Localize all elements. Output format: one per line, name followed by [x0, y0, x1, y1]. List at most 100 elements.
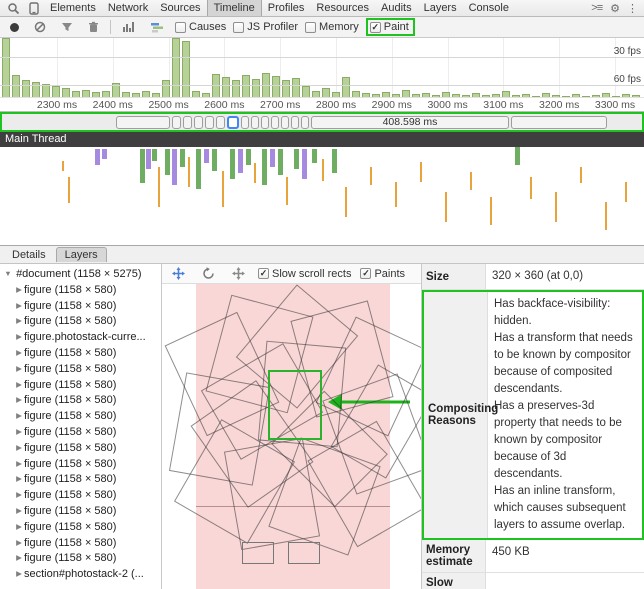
expander-icon[interactable]: ▶	[14, 408, 24, 424]
tree-item[interactable]: ▶figure (1158 × 580)	[0, 392, 161, 408]
frame[interactable]	[511, 116, 607, 129]
tab-layers[interactable]: Layers	[418, 0, 463, 16]
slow-scroll-rects-checkbox[interactable]: ✓ Slow scroll rects	[258, 268, 351, 280]
tree-item[interactable]: ▶figure (1158 × 580)	[0, 282, 161, 298]
frame-selected-duration[interactable]: 408.598 ms	[311, 116, 509, 129]
tab-timeline[interactable]: Timeline	[207, 0, 262, 16]
frame[interactable]	[216, 116, 225, 129]
expander-icon[interactable]: ▶	[14, 566, 24, 582]
chart-bars-icon[interactable]	[118, 21, 139, 33]
frame[interactable]	[281, 116, 289, 129]
expander-icon[interactable]: ▶	[14, 503, 24, 519]
garbage-collect-icon[interactable]	[84, 21, 103, 33]
paints-checkbox[interactable]: ✓ Paints	[360, 268, 405, 280]
expander-icon[interactable]: ▶	[14, 424, 24, 440]
expander-icon[interactable]: ▶	[14, 550, 24, 566]
expander-icon[interactable]: ▶	[14, 377, 24, 393]
tree-item[interactable]: ▶figure (1158 × 580)	[0, 503, 161, 519]
flame-chart-icon[interactable]	[146, 21, 168, 33]
activity-mark	[152, 149, 157, 161]
expander-icon[interactable]: ▶	[14, 535, 24, 551]
frame[interactable]	[291, 116, 299, 129]
selected-layer-outline[interactable]	[268, 370, 322, 440]
device-mode-icon[interactable]	[24, 2, 44, 15]
tab-sources[interactable]: Sources	[154, 0, 206, 16]
tree-item[interactable]: ▶figure (1158 × 580)	[0, 313, 161, 329]
tab-audits[interactable]: Audits	[375, 0, 418, 16]
tab-resources[interactable]: Resources	[310, 0, 375, 16]
settings-gear-icon[interactable]: ⚙	[606, 2, 623, 15]
frame[interactable]	[183, 116, 192, 129]
tree-root[interactable]: ▼ #document (1158 × 5275)	[0, 266, 161, 282]
tab-network[interactable]: Network	[102, 0, 154, 16]
tree-item[interactable]: ▶figure (1158 × 580)	[0, 535, 161, 551]
expander-icon[interactable]: ▶	[14, 329, 24, 345]
expander-icon[interactable]: ▶	[14, 361, 24, 377]
frame[interactable]	[194, 116, 203, 129]
layer-3d-canvas[interactable]	[162, 284, 421, 589]
tree-item[interactable]: ▶section#photostack-2 (...	[0, 566, 161, 582]
tree-item[interactable]: ▶figure.photostack-curre...	[0, 329, 161, 345]
record-icon[interactable]	[6, 23, 23, 32]
frame[interactable]	[271, 116, 279, 129]
checkbox-icon	[305, 22, 316, 33]
drawer-icon[interactable]: >≡	[587, 2, 606, 14]
expander-icon[interactable]: ▶	[14, 471, 24, 487]
tab-elements[interactable]: Elements	[44, 0, 102, 16]
move-mode-icon[interactable]	[228, 267, 249, 280]
clear-icon[interactable]	[30, 21, 50, 33]
tree-item[interactable]: ▶figure (1158 × 580)	[0, 408, 161, 424]
frame[interactable]	[251, 116, 259, 129]
tab-console[interactable]: Console	[463, 0, 515, 16]
causes-checkbox[interactable]: Causes	[175, 21, 226, 33]
inspect-element-icon[interactable]	[3, 2, 24, 15]
tree-item[interactable]: ▶figure (1158 × 580)	[0, 519, 161, 535]
frame[interactable]	[205, 116, 214, 129]
tab-layers-panel[interactable]: Layers	[56, 247, 107, 262]
expander-icon[interactable]: ▶	[14, 345, 24, 361]
tab-details[interactable]: Details	[4, 248, 54, 262]
tree-item[interactable]: ▶figure (1158 × 580)	[0, 345, 161, 361]
expander-icon[interactable]: ▶	[14, 456, 24, 472]
rotate-mode-icon[interactable]	[198, 267, 219, 280]
frame[interactable]	[227, 116, 239, 129]
fps-bar-chart[interactable]	[0, 38, 644, 98]
layer-outline[interactable]	[242, 542, 274, 564]
js-profiler-checkbox[interactable]: JS Profiler	[233, 21, 298, 33]
layer-outline[interactable]	[288, 542, 320, 564]
timeline-overview[interactable]: 30 fps 60 fps 2300 ms2400 ms2500 ms2600 …	[0, 38, 644, 112]
filter-icon[interactable]	[57, 21, 77, 33]
tab-profiles[interactable]: Profiles	[262, 0, 311, 16]
expander-icon[interactable]: ▼	[3, 266, 13, 282]
expander-icon[interactable]: ▶	[14, 298, 24, 314]
overflow-menu-icon[interactable]: ⋮	[623, 2, 641, 15]
tree-item[interactable]: ▶figure (1158 × 580)	[0, 550, 161, 566]
tree-item[interactable]: ▶figure (1158 × 580)	[0, 377, 161, 393]
frame[interactable]	[261, 116, 269, 129]
frames-band[interactable]: 408.598 ms	[0, 112, 644, 132]
layers-panel: ▼ #document (1158 × 5275) ▶figure (1158 …	[0, 264, 644, 589]
tree-item[interactable]: ▶figure (1158 × 580)	[0, 471, 161, 487]
frame[interactable]	[241, 116, 249, 129]
main-thread-header[interactable]: Main Thread	[0, 132, 644, 147]
expander-icon[interactable]: ▶	[14, 392, 24, 408]
expander-icon[interactable]: ▶	[14, 282, 24, 298]
frame[interactable]	[116, 116, 170, 129]
tree-item[interactable]: ▶figure (1158 × 580)	[0, 440, 161, 456]
frame[interactable]	[301, 116, 309, 129]
main-thread-activity[interactable]	[0, 147, 644, 246]
expander-icon[interactable]: ▶	[14, 487, 24, 503]
expander-icon[interactable]: ▶	[14, 519, 24, 535]
pan-mode-icon[interactable]	[168, 267, 189, 280]
paint-checkbox[interactable]: ✓ Paint	[370, 21, 409, 33]
frame[interactable]	[172, 116, 181, 129]
tree-item[interactable]: ▶figure (1158 × 580)	[0, 424, 161, 440]
expander-icon[interactable]: ▶	[14, 440, 24, 456]
expander-icon[interactable]: ▶	[14, 313, 24, 329]
tree-item[interactable]: ▶figure (1158 × 580)	[0, 298, 161, 314]
tree-item[interactable]: ▶figure (1158 × 580)	[0, 456, 161, 472]
memory-checkbox[interactable]: Memory	[305, 21, 359, 33]
tree-item[interactable]: ▶figure (1158 × 580)	[0, 361, 161, 377]
slow-scroll-regions-row: Slow scroll regions	[422, 573, 644, 589]
tree-item[interactable]: ▶figure (1158 × 580)	[0, 487, 161, 503]
